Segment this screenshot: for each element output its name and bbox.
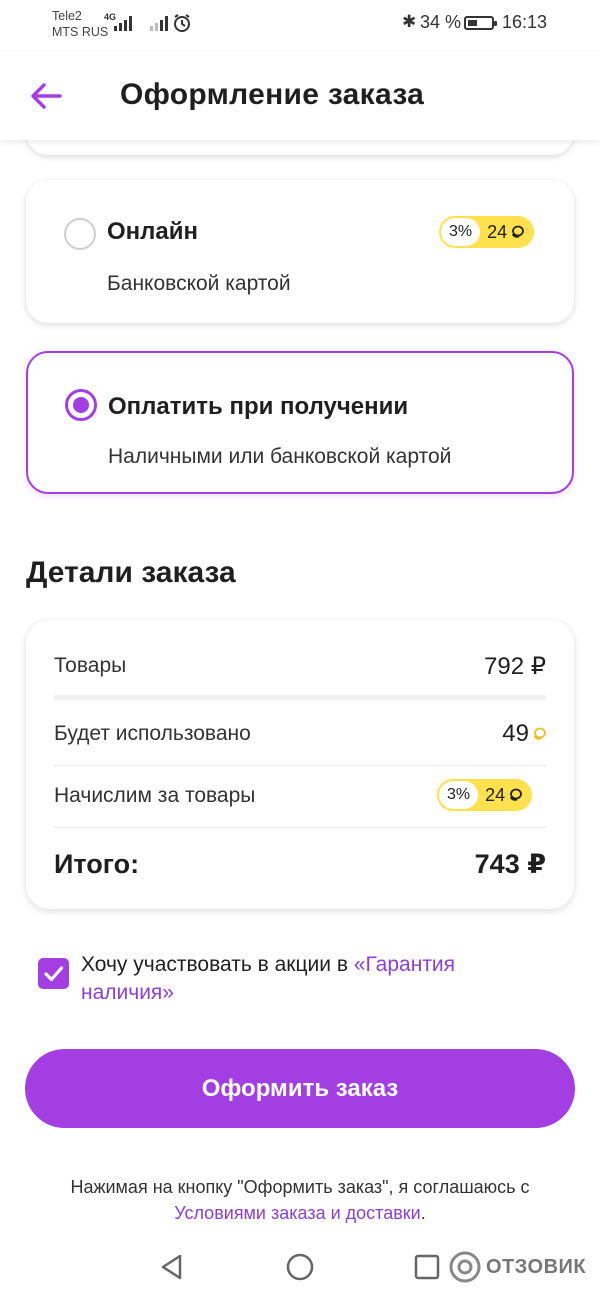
cashback-points: 24 (480, 222, 532, 243)
legal-notice: Нажимая на кнопку "Оформить заказ", я со… (0, 1174, 600, 1226)
goods-label: Товары (54, 654, 127, 677)
watermark-text: ОТЗОВИК (486, 1255, 587, 1278)
cashback-badge: 3% 24 (439, 216, 535, 248)
watermark-logo-icon (449, 1251, 481, 1283)
order-details-card: Товары 792 ₽ Будет использовано 49 Начис… (26, 620, 574, 909)
submit-order-button[interactable]: Оформить заказ (25, 1049, 575, 1128)
bluetooth-icon: ✱ (402, 12, 417, 31)
carrier-1: Tele2 (52, 9, 82, 23)
signal-icon (114, 15, 132, 31)
carrier-2: MTS RUS (52, 25, 109, 39)
total-label: Итого: (54, 848, 140, 879)
cashback-points-value: 24 (485, 784, 506, 805)
cashback-points: 24 (478, 785, 530, 806)
terms-link[interactable]: Условиями заказа и доставки (174, 1203, 420, 1223)
payment-option-online[interactable]: Онлайн Банковской картой 3% 24 (26, 180, 574, 323)
app-header: Оформление заказа (0, 52, 600, 140)
promo-checkbox[interactable] (38, 958, 69, 989)
promo-text: Хочу участвовать в акции в «Гарантия нал… (81, 951, 531, 1007)
nav-recents-icon[interactable] (413, 1252, 441, 1282)
used-value: 49 (502, 720, 546, 748)
details-row-used: Будет использовано 49 (54, 716, 546, 752)
back-arrow-icon[interactable] (26, 76, 66, 116)
clock: 16:13 (502, 12, 548, 32)
status-bar: Tele2 MTS RUS 4G ✱ 34 % 16:13 (0, 0, 600, 50)
page-title: Оформление заказа (120, 78, 425, 111)
details-row-goods: Товары 792 ₽ (54, 648, 546, 684)
radio-on-delivery[interactable] (65, 389, 97, 421)
promo-label: Хочу участвовать в акции в (81, 953, 354, 976)
nav-back-icon[interactable] (158, 1252, 186, 1282)
divider (54, 765, 546, 766)
payment-option-title: Онлайн (107, 218, 199, 245)
cashback-percent: 3% (439, 781, 479, 809)
goods-value: 792 ₽ (484, 652, 546, 680)
coin-icon (534, 727, 546, 740)
battery-icon (464, 16, 497, 30)
divider (54, 827, 546, 828)
nav-home-icon[interactable] (285, 1252, 315, 1282)
radio-online[interactable] (64, 218, 96, 250)
payment-option-subtitle: Банковской картой (107, 272, 291, 295)
check-icon (44, 966, 64, 982)
signal-icon (150, 15, 168, 31)
payment-option-on-delivery[interactable]: Оплатить при получении Наличными или бан… (26, 351, 574, 494)
details-row-total: Итого: 743 ₽ (54, 844, 546, 884)
battery-percent: 34 % (420, 12, 462, 32)
alarm-icon (174, 14, 190, 32)
carrier-names: Tele2 MTS RUS (52, 8, 108, 40)
coin-icon (512, 225, 525, 238)
used-label: Будет использовано (54, 722, 251, 745)
divider (54, 695, 546, 700)
order-details-title: Детали заказа (26, 556, 236, 589)
legal-end: . (420, 1203, 426, 1223)
cashback-badge: 3% 24 (437, 779, 533, 811)
total-value: 743 ₽ (474, 848, 546, 879)
accrue-label: Начислим за товары (54, 784, 256, 807)
legal-text: Нажимая на кнопку "Оформить заказ", я со… (70, 1177, 530, 1197)
watermark: ОТЗОВИК (448, 1250, 586, 1284)
coin-icon (510, 788, 523, 801)
used-points-value: 49 (502, 720, 529, 747)
payment-option-subtitle: Наличными или банковской картой (108, 445, 452, 468)
payment-option-title: Оплатить при получении (108, 393, 409, 420)
cashback-points-value: 24 (487, 221, 508, 242)
cashback-percent: 3% (441, 218, 481, 246)
